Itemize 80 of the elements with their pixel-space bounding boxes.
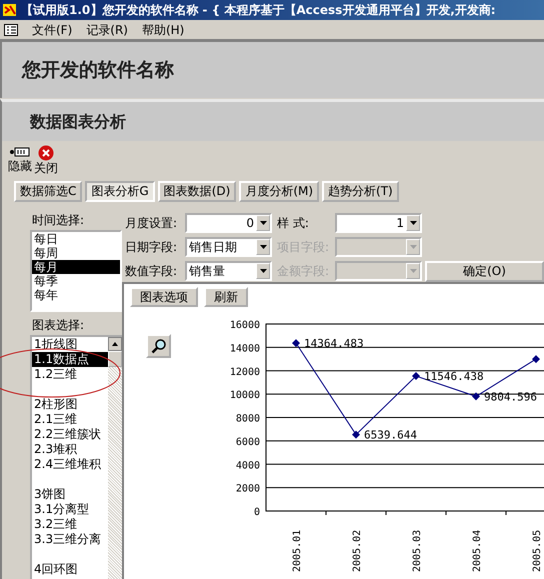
combo-box[interactable]: 销售量 bbox=[185, 261, 272, 281]
y-axis-label: 16000 bbox=[230, 320, 260, 331]
menu-item[interactable]: 帮助(H) bbox=[142, 20, 184, 38]
list-item[interactable]: 2.1三维 bbox=[32, 412, 108, 427]
list-label: 时间选择: bbox=[32, 212, 86, 228]
x-axis-label: 2005.01 bbox=[292, 530, 303, 572]
field-label: 数值字段: bbox=[125, 263, 178, 280]
list-item[interactable]: 3.2三维 bbox=[32, 517, 108, 532]
x-axis-label: 2005.05 bbox=[532, 530, 543, 572]
list-item[interactable]: 每月 bbox=[32, 260, 120, 274]
scrollbar[interactable] bbox=[108, 337, 122, 579]
data-label: 11546.438 bbox=[424, 370, 484, 384]
header-title: 您开发的软件名称 bbox=[0, 40, 544, 98]
dropdown-arrow-icon[interactable] bbox=[260, 269, 266, 273]
list-item[interactable]: 3.1分离型 bbox=[32, 502, 108, 517]
y-axis-label: 2000 bbox=[236, 484, 260, 495]
list-item[interactable]: 2.4三维堆积 bbox=[32, 457, 108, 472]
list-item[interactable]: 2.2三维簇状 bbox=[32, 427, 108, 442]
data-point bbox=[532, 355, 540, 364]
list-item[interactable]: 3.3三维分离 bbox=[32, 532, 108, 547]
y-axis-label: 6000 bbox=[236, 436, 260, 448]
list-item[interactable]: 2柱形图 bbox=[32, 397, 108, 412]
panel-icon bbox=[9, 145, 31, 159]
data-point bbox=[292, 339, 300, 348]
combo-box[interactable]: 0 bbox=[185, 212, 272, 232]
confirm-button[interactable]: 确定(O) bbox=[425, 260, 544, 282]
zoom-button[interactable] bbox=[146, 334, 171, 358]
tab[interactable]: 图表数据(D) bbox=[158, 181, 236, 202]
y-axis-label: 8000 bbox=[236, 414, 260, 424]
field-label: 样 式: bbox=[276, 214, 310, 232]
scroll-up-icon[interactable] bbox=[108, 337, 122, 351]
data-point bbox=[412, 372, 420, 380]
data-point bbox=[472, 392, 480, 400]
list-item[interactable]: 3饼图 bbox=[32, 487, 108, 502]
toolbar-button[interactable]: 关闭 bbox=[34, 145, 58, 175]
scroll-thumb[interactable] bbox=[108, 351, 122, 367]
search-icon bbox=[150, 338, 166, 354]
menu-item[interactable]: 记录(R) bbox=[86, 20, 128, 38]
list-label: 图表选择: bbox=[32, 317, 86, 333]
list-item[interactable]: 4回环图 bbox=[32, 562, 108, 577]
list-item[interactable]: 每季 bbox=[32, 274, 120, 288]
section-title: 数据图表分析 bbox=[0, 99, 544, 141]
close-icon bbox=[38, 145, 54, 161]
data-point bbox=[352, 430, 360, 439]
chart-button[interactable]: 图表选项 bbox=[130, 287, 198, 307]
y-axis-label: 4000 bbox=[236, 460, 260, 472]
dropdown-arrow-icon[interactable] bbox=[260, 244, 266, 248]
form-icon bbox=[4, 24, 18, 36]
y-axis-label: 14000 bbox=[230, 343, 260, 354]
window-title: 【试用版1.0】您开发的软件名称 - { 本程序基于【Access开发通用平台】开发,开发商: bbox=[21, 2, 496, 19]
combo-box[interactable]: 1 bbox=[335, 212, 422, 232]
x-axis-label: 2005.04 bbox=[472, 530, 483, 572]
tab[interactable]: 图表分析G bbox=[85, 181, 155, 202]
field-label: 月度设置: bbox=[125, 214, 178, 232]
data-label: 14364.483 bbox=[304, 337, 364, 350]
list-item[interactable]: 1折线图 bbox=[32, 337, 108, 352]
menu-item[interactable]: 文件(F) bbox=[32, 20, 72, 38]
list-item[interactable]: 每日 bbox=[32, 232, 120, 246]
list-item[interactable]: 1.2三维 bbox=[32, 367, 108, 382]
x-axis-label: 2005.02 bbox=[352, 530, 363, 572]
y-axis-label: 0 bbox=[254, 507, 260, 518]
tab[interactable]: 趋势分析(T) bbox=[322, 181, 399, 202]
combo-box[interactable]: 销售日期 bbox=[185, 236, 272, 256]
y-axis-label: 10000 bbox=[230, 390, 260, 402]
list-item[interactable]: 1.1数据点 bbox=[32, 352, 108, 367]
chart-button[interactable]: 刷新 bbox=[204, 287, 248, 307]
list-item[interactable]: 每年 bbox=[32, 288, 120, 302]
field-label: 日期字段: bbox=[125, 238, 178, 256]
tab[interactable]: 数据筛选C bbox=[14, 181, 82, 202]
data-label: 9804.596 bbox=[484, 390, 537, 404]
toolbar-button[interactable]: 隐藏 bbox=[8, 145, 32, 175]
x-axis-label: 2005.03 bbox=[412, 530, 423, 572]
data-label: 6539.644 bbox=[364, 428, 417, 442]
app-icon bbox=[2, 2, 18, 18]
tab[interactable]: 月度分析(M) bbox=[239, 181, 320, 202]
y-axis-label: 12000 bbox=[230, 366, 260, 378]
dropdown-arrow-icon[interactable] bbox=[410, 220, 416, 224]
list-item[interactable]: 2.3堆积 bbox=[32, 442, 108, 457]
dropdown-arrow-icon[interactable] bbox=[260, 220, 266, 224]
list-item[interactable]: 每周 bbox=[32, 246, 120, 260]
